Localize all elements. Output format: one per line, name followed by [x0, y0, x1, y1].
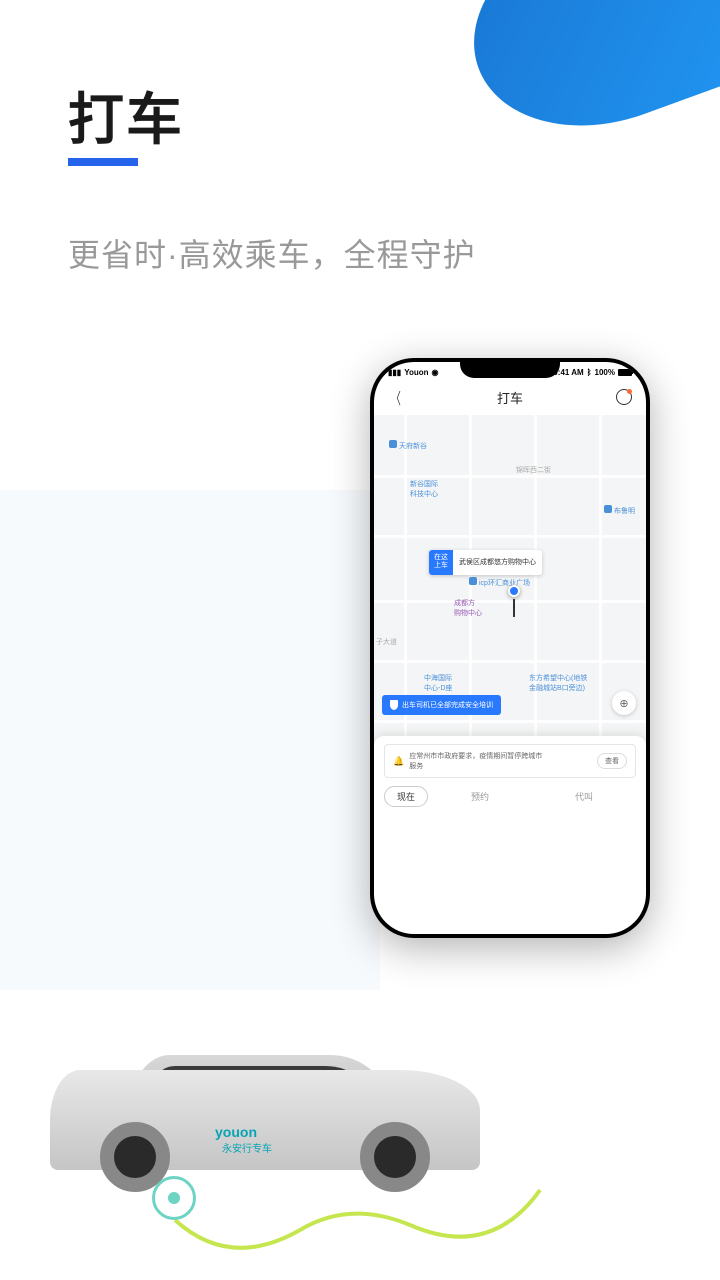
wifi-icon: ◉ — [432, 368, 439, 377]
background-decoration — [0, 490, 380, 990]
bottom-sheet: 🔔 应常州市市政府要求，疫情期间暂停跨城市 服务 查看 现在 预约 代叫 — [374, 736, 646, 815]
car-brand: youon — [215, 1124, 257, 1140]
signal-icon: ▮▮▮ — [388, 368, 401, 377]
poi-chengdu[interactable]: 成都方 购物中心 — [454, 598, 482, 618]
pickup-callout[interactable]: 在这 上车 武侯区成都悠方购物中心 — [429, 550, 542, 575]
poi-tianfu[interactable]: 天府新谷 — [389, 440, 427, 451]
bluetooth-icon: ᛒ — [587, 368, 592, 377]
app-header: 〈 打车 — [374, 379, 646, 415]
poi-xingu[interactable]: 新谷国际 科技中心 — [410, 479, 438, 499]
map-view[interactable]: 天府新谷 新谷国际 科技中心 锦晖西二街 布鲁明 在这 上车 武侯区成都悠方购物… — [374, 415, 646, 815]
corner-decoration — [444, 0, 720, 162]
page-subtitle: 更省时·高效乘车，全程守护 — [68, 230, 476, 276]
street-dadao: 子大道 — [376, 637, 397, 647]
poi-bulu[interactable]: 布鲁明 — [604, 505, 635, 516]
car-illustration: youon 永安行专车 — [0, 1010, 520, 1210]
phone-mockup: ▮▮▮ Youon ◉ 9:41 AM ᛒ 100% 〈 打车 — [370, 358, 650, 938]
notice-text: 应常州市市政府要求，疫情期间暂停跨城市 服务 — [409, 751, 592, 771]
title-underline — [68, 158, 138, 166]
shield-icon — [390, 700, 398, 710]
app-title: 打车 — [497, 388, 523, 407]
chat-icon[interactable] — [616, 389, 632, 405]
bell-icon: 🔔 — [393, 756, 404, 767]
tab-now[interactable]: 现在 — [384, 786, 428, 807]
phone-notch — [460, 362, 560, 378]
notice-card[interactable]: 🔔 应常州市市政府要求，疫情期间暂停跨城市 服务 查看 — [384, 744, 636, 778]
map-pin[interactable] — [508, 585, 520, 597]
page-title: 打车 — [68, 75, 184, 156]
battery-icon — [618, 369, 632, 376]
view-button[interactable]: 查看 — [597, 753, 627, 769]
battery-percent: 100% — [595, 368, 615, 377]
poi-icp[interactable]: icp环汇商业广场 — [469, 577, 530, 588]
poi-dongfang[interactable]: 东方希望中心(地铁 金融城站B口旁边) — [529, 673, 587, 693]
route-origin-dot — [152, 1176, 196, 1220]
locate-button[interactable]: ⊕ — [612, 691, 636, 715]
car-brand-sub: 永安行专车 — [222, 1140, 272, 1155]
booking-tabs: 现在 预约 代叫 — [384, 786, 636, 807]
tab-proxy[interactable]: 代叫 — [532, 786, 636, 807]
poi-zhonghai[interactable]: 中海国际 中心-D座 — [424, 673, 452, 693]
street-jinhui: 锦晖西二街 — [516, 465, 551, 475]
tab-booking[interactable]: 预约 — [428, 786, 532, 807]
carrier-label: Youon — [404, 368, 428, 377]
driver-safety-banner[interactable]: 出车司机已全部完成安全培训 — [382, 695, 501, 715]
back-button[interactable]: 〈 — [391, 385, 401, 409]
